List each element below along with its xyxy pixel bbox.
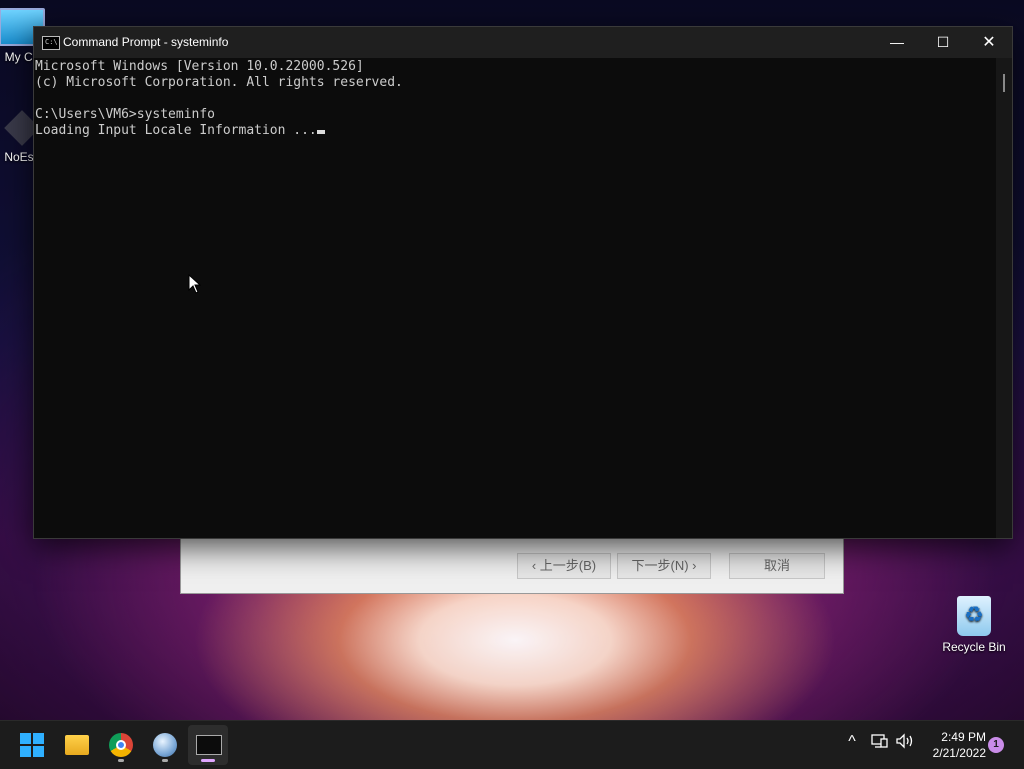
- console-line: C:\Users\VM6>systeminfo: [35, 107, 216, 122]
- taskbar: ^ 2:49 PM 2/21/2022 1: [0, 720, 1024, 769]
- vertical-scrollbar[interactable]: [996, 58, 1012, 538]
- command-prompt-icon: C:\: [42, 36, 60, 50]
- clock-time: 2:49 PM: [941, 730, 986, 744]
- clock[interactable]: 2:49 PM 2/21/2022: [920, 729, 986, 761]
- taskbar-setup[interactable]: [145, 725, 185, 765]
- close-button[interactable]: ✕: [966, 27, 1012, 58]
- running-indicator: [162, 759, 168, 762]
- desktop-icon-label: Recycle Bin: [942, 640, 1006, 654]
- clock-date: 2/21/2022: [932, 746, 986, 760]
- console-line: (c) Microsoft Corporation. All rights re…: [35, 75, 403, 90]
- notification-badge[interactable]: 1: [988, 737, 1004, 753]
- maximize-button[interactable]: ☐: [920, 27, 966, 58]
- window-titlebar[interactable]: C:\ Command Prompt - systeminfo — ☐ ✕: [34, 27, 1012, 58]
- text-cursor: [316, 130, 325, 134]
- running-indicator: [118, 759, 124, 762]
- command-prompt-window[interactable]: C:\ Command Prompt - systeminfo — ☐ ✕ Mi…: [33, 26, 1013, 539]
- taskbar-command-prompt[interactable]: [188, 725, 228, 765]
- setup-globe-icon: [153, 733, 177, 757]
- next-button[interactable]: 下一步(N) ›: [617, 553, 711, 579]
- active-indicator: [201, 759, 215, 762]
- desktop-icon-recycle-bin[interactable]: Recycle Bin: [938, 596, 1010, 654]
- window-title: Command Prompt - systeminfo: [63, 35, 229, 49]
- console-line: Microsoft Windows [Version 10.0.22000.52…: [35, 59, 364, 74]
- console-line-current: Loading Input Locale Information ...: [35, 123, 996, 139]
- recycle-bin-icon: [957, 596, 991, 636]
- taskbar-file-explorer[interactable]: [57, 725, 97, 765]
- console-line-text: Loading Input Locale Information ...: [35, 123, 317, 138]
- back-button[interactable]: ‹ 上一步(B): [517, 553, 611, 579]
- console-output[interactable]: Microsoft Windows [Version 10.0.22000.52…: [34, 58, 996, 538]
- cancel-button[interactable]: 取消: [729, 553, 825, 579]
- minimize-button[interactable]: —: [874, 27, 920, 58]
- terminal-icon: [196, 735, 222, 755]
- start-button[interactable]: [12, 725, 52, 765]
- command-prompt-icon-text: C:\: [45, 38, 58, 46]
- show-hidden-icons-chevron-icon[interactable]: ^: [840, 733, 864, 751]
- taskbar-chrome[interactable]: [101, 725, 141, 765]
- windows-logo-icon: [20, 733, 44, 757]
- volume-icon[interactable]: [893, 733, 917, 755]
- folder-icon: [65, 735, 89, 755]
- network-icon[interactable]: [868, 733, 892, 755]
- chrome-icon: [109, 733, 133, 757]
- scrollbar-thumb[interactable]: [1003, 74, 1005, 92]
